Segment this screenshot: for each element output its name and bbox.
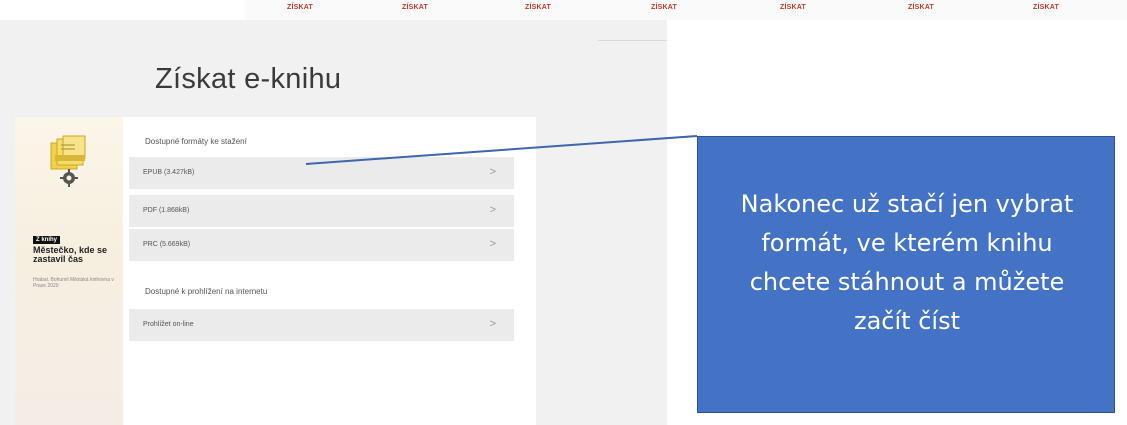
get-button-3[interactable]: ZÍSKAT bbox=[525, 4, 551, 11]
book-tag: Z knihy bbox=[33, 236, 61, 244]
online-section-label: Dostupné k prohlížení na internetu bbox=[145, 287, 268, 296]
divider-line bbox=[598, 40, 667, 41]
format-row-epub[interactable]: EPUB (3.427kB) > bbox=[129, 157, 514, 189]
chevron-right-icon: > bbox=[489, 318, 496, 330]
page-title: Získat e-knihu bbox=[155, 63, 342, 96]
format-row-pdf[interactable]: PDF (1.868kB) > bbox=[129, 195, 514, 227]
chevron-right-icon: > bbox=[489, 238, 496, 250]
format-row-prc[interactable]: PRC (5.669kB) > bbox=[129, 229, 514, 261]
get-button-4[interactable]: ZÍSKAT bbox=[651, 4, 677, 11]
callout-text: Nakonec už stačí jen vybrat formát, ve k… bbox=[740, 190, 1074, 335]
book-title: Městečko, kde se zastavil čas bbox=[33, 245, 108, 264]
top-strip: ZÍSKAT ZÍSKAT ZÍSKAT ZÍSKAT ZÍSKAT ZÍSKA… bbox=[0, 0, 1127, 21]
online-row[interactable]: Prohlížet on-line > bbox=[129, 309, 514, 341]
format-label: PDF (1.868kB) bbox=[143, 207, 190, 214]
callout-box: Nakonec už stačí jen vybrat formát, ve k… bbox=[697, 136, 1115, 413]
top-strip-left bbox=[0, 0, 245, 21]
get-button-6[interactable]: ZÍSKAT bbox=[908, 4, 934, 11]
book-cover[interactable]: Z knihy Městečko, kde se zastavil čas Hr… bbox=[15, 117, 123, 425]
chevron-right-icon: > bbox=[489, 166, 496, 178]
online-label: Prohlížet on-line bbox=[143, 321, 194, 328]
format-label: EPUB (3.427kB) bbox=[143, 169, 195, 176]
get-button-7[interactable]: ZÍSKAT bbox=[1033, 4, 1059, 11]
format-label: PRC (5.669kB) bbox=[143, 241, 191, 248]
chevron-right-icon: > bbox=[489, 204, 496, 216]
get-button-2[interactable]: ZÍSKAT bbox=[402, 4, 428, 11]
gear-icon bbox=[60, 169, 78, 187]
get-button-1[interactable]: ZÍSKAT bbox=[287, 4, 313, 11]
top-button-row bbox=[245, 0, 1127, 21]
book-subtitle: Hrabal, Bohumil Městská knihovna v Praze… bbox=[33, 277, 114, 289]
get-button-5[interactable]: ZÍSKAT bbox=[780, 4, 806, 11]
download-section-label: Dostupné formáty ke stažení bbox=[145, 137, 247, 146]
